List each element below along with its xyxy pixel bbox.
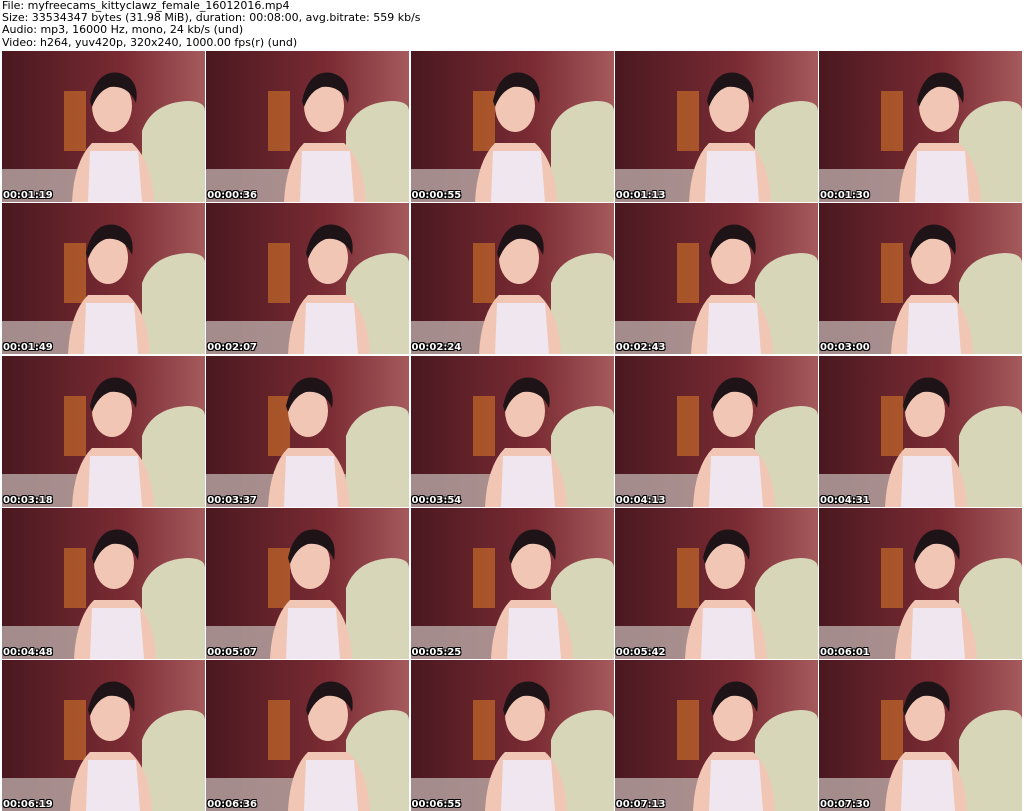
thumbnail-frame-image — [206, 355, 410, 507]
thumbnail-timestamp: 00:06:01 — [820, 646, 870, 658]
thumbnail-timestamp: 00:01:30 — [820, 190, 870, 201]
thumbnail-timestamp: 00:04:48 — [3, 646, 53, 658]
video-thumbnail: 00:01:13 — [614, 51, 818, 202]
thumbnail-timestamp: 00:07:30 — [820, 799, 870, 810]
thumbnail-frame-image — [819, 660, 1022, 811]
video-thumbnail: 00:03:37 — [206, 355, 410, 507]
thumbnail-timestamp: 00:05:07 — [207, 646, 257, 658]
video-thumbnail: 00:05:25 — [410, 507, 614, 659]
video-thumbnail: 00:04:31 — [819, 355, 1022, 507]
video-thumbnail: 00:02:43 — [614, 203, 818, 355]
thumbnail-timestamp: 00:05:42 — [615, 646, 666, 658]
thumbnail-frame-image — [206, 507, 410, 659]
thumbnail-timestamp: 00:03:00 — [820, 342, 870, 354]
thumbnail-timestamp: 00:03:54 — [411, 494, 462, 506]
thumbnail-frame-image — [614, 660, 818, 811]
video-info-header: File: myfreecams_kittyclawz_female_16012… — [2, 0, 1022, 49]
thumbnail-timestamp: 00:04:13 — [615, 494, 666, 506]
thumbnail-frame-image — [614, 203, 818, 355]
thumbnail-timestamp: 00:01:49 — [3, 342, 53, 354]
thumbnail-frame-image — [410, 507, 614, 659]
thumbnail-frame-image — [2, 507, 205, 659]
thumbnail-timestamp: 00:00:55 — [411, 190, 462, 201]
thumbnail-frame-image — [206, 51, 410, 202]
video-thumbnail: 00:05:42 — [614, 507, 818, 659]
thumbnail-timestamp: 00:03:18 — [3, 494, 53, 506]
thumbnail-frame-image — [2, 355, 205, 507]
video-thumbnail: 00:00:55 — [410, 51, 614, 202]
thumbnail-timestamp: 00:04:31 — [820, 494, 870, 506]
video-thumbnail: 00:01:19 — [2, 51, 205, 202]
thumbnail-frame-image — [206, 203, 410, 355]
thumbnail-frame-image — [410, 203, 614, 355]
thumbnail-frame-image — [819, 51, 1022, 202]
thumbnail-timestamp: 00:01:19 — [3, 190, 53, 201]
video-thumbnail: 00:00:36 — [206, 51, 410, 202]
video-thumbnail: 00:02:24 — [410, 203, 614, 355]
video-thumbnail: 00:06:19 — [2, 660, 205, 811]
thumbnail-frame-image — [2, 51, 205, 202]
thumbnail-frame-image — [410, 355, 614, 507]
thumbnail-timestamp: 00:07:13 — [615, 799, 666, 810]
thumbnail-frame-image — [819, 203, 1022, 355]
video-thumbnail: 00:07:30 — [819, 660, 1022, 811]
video-thumbnail: 00:01:30 — [819, 51, 1022, 202]
thumbnail-timestamp: 00:06:55 — [411, 799, 462, 810]
video-thumbnail: 00:03:18 — [2, 355, 205, 507]
video-thumbnail: 00:07:13 — [614, 660, 818, 811]
thumbnail-frame-image — [819, 507, 1022, 659]
video-info-line: Video: h264, yuv420p, 320x240, 1000.00 f… — [2, 35, 298, 49]
thumbnail-timestamp: 00:01:13 — [615, 190, 666, 201]
thumbnail-timestamp: 00:06:19 — [3, 799, 53, 810]
thumbnail-timestamp: 00:00:36 — [207, 190, 257, 201]
video-thumbnail: 00:03:00 — [819, 203, 1022, 355]
thumbnail-frame-image — [206, 660, 410, 811]
video-thumbnail: 00:06:55 — [410, 660, 614, 811]
thumbnail-timestamp: 00:02:07 — [207, 342, 257, 354]
thumbnail-frame-image — [410, 51, 614, 202]
video-thumbnail: 00:04:13 — [614, 355, 818, 507]
video-thumbnail: 00:01:49 — [2, 203, 205, 355]
thumbnail-frame-image — [819, 355, 1022, 507]
video-thumbnail: 00:06:36 — [206, 660, 410, 811]
thumbnail-timestamp: 00:02:43 — [615, 342, 666, 354]
thumbnail-frame-image — [410, 660, 614, 811]
thumbnail-frame-image — [614, 51, 818, 202]
audio-info-line: Audio: mp3, 16000 Hz, mono, 24 kb/s (und… — [2, 23, 244, 37]
thumbnail-frame-image — [614, 507, 818, 659]
thumbnail-frame-image — [2, 203, 205, 355]
video-thumbnail: 00:06:01 — [819, 507, 1022, 659]
thumbnail-timestamp: 00:05:25 — [411, 646, 462, 658]
thumbnail-timestamp: 00:03:37 — [207, 494, 257, 506]
video-thumbnail: 00:05:07 — [206, 507, 410, 659]
thumbnail-frame-image — [614, 355, 818, 507]
thumbnail-frame-image — [2, 660, 205, 811]
video-thumbnail: 00:03:54 — [410, 355, 614, 507]
video-thumbnail: 00:04:48 — [2, 507, 205, 659]
thumbnail-grid: 00:01:19 00:00:36 00:00:55 00:01:13 00:01:30… — [2, 51, 1022, 811]
thumbnail-timestamp: 00:06:36 — [207, 799, 257, 810]
thumbnail-timestamp: 00:02:24 — [411, 342, 462, 354]
video-thumbnail: 00:02:07 — [206, 203, 410, 355]
